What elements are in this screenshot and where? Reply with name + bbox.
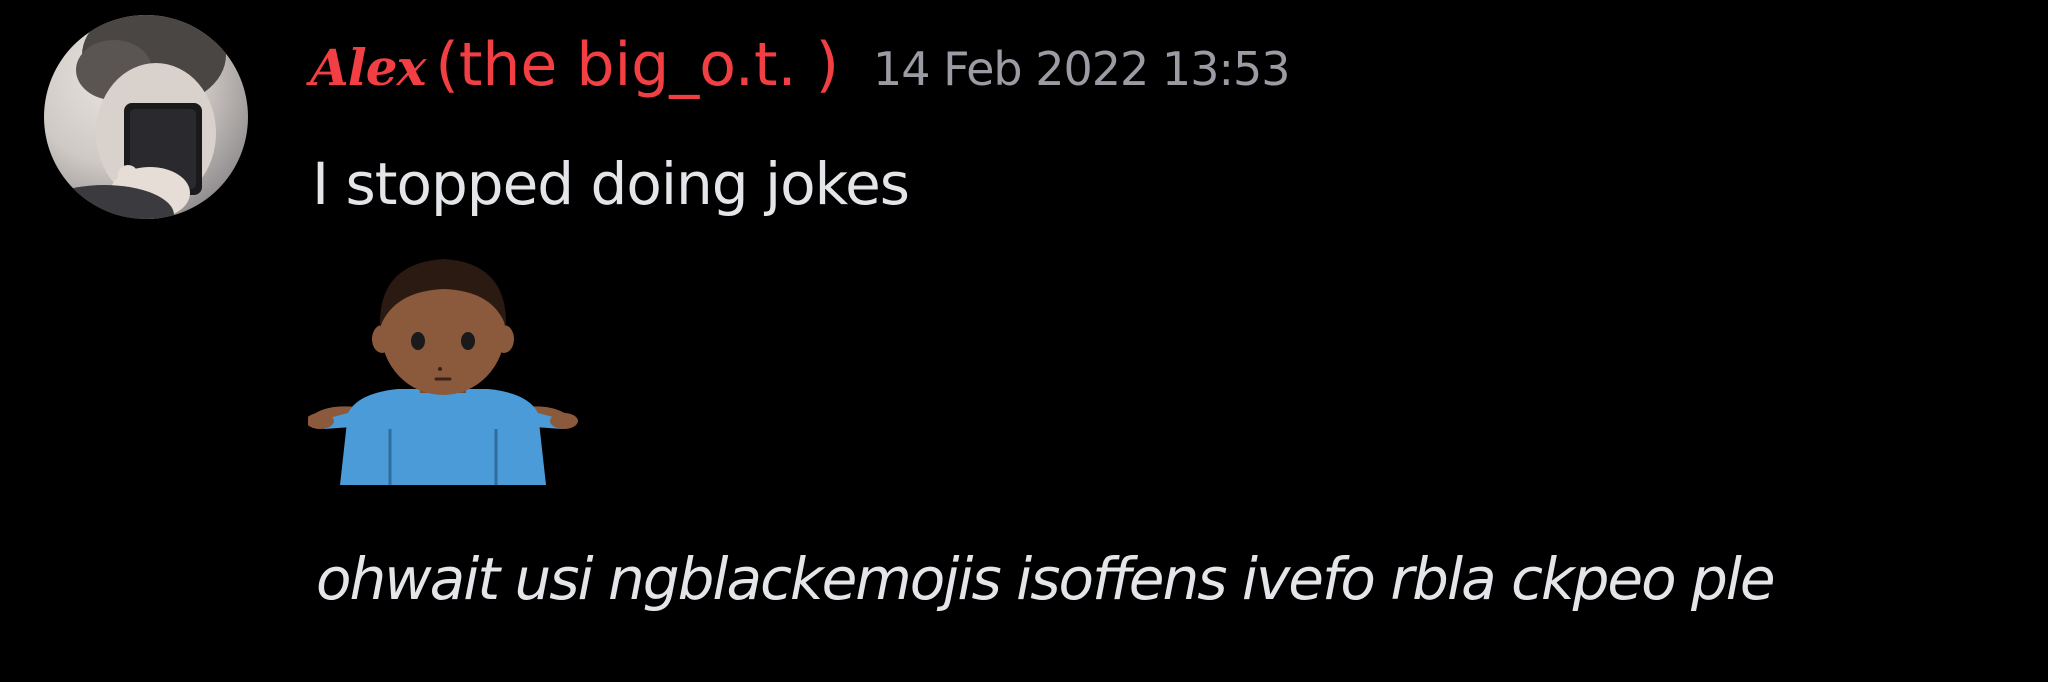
author-display-name[interactable]: Alex [310, 38, 426, 97]
avatar[interactable] [44, 15, 248, 219]
message-header: Alex (the big_o.t. ) 14 Feb 2022 13:53 [310, 30, 1291, 130]
message-text: I stopped doing jokes [312, 150, 910, 218]
chat-message: Alex (the big_o.t. ) 14 Feb 2022 13:53 I… [0, 0, 2048, 682]
person-shrugging-emoji [306, 245, 578, 505]
message-italic-text: ohwait usi ngblackemojis isoffens ivefo … [316, 545, 1776, 613]
author-name-suffix[interactable]: (the big_o.t. ) [435, 30, 839, 100]
message-timestamp[interactable]: 14 Feb 2022 13:53 [873, 42, 1290, 96]
